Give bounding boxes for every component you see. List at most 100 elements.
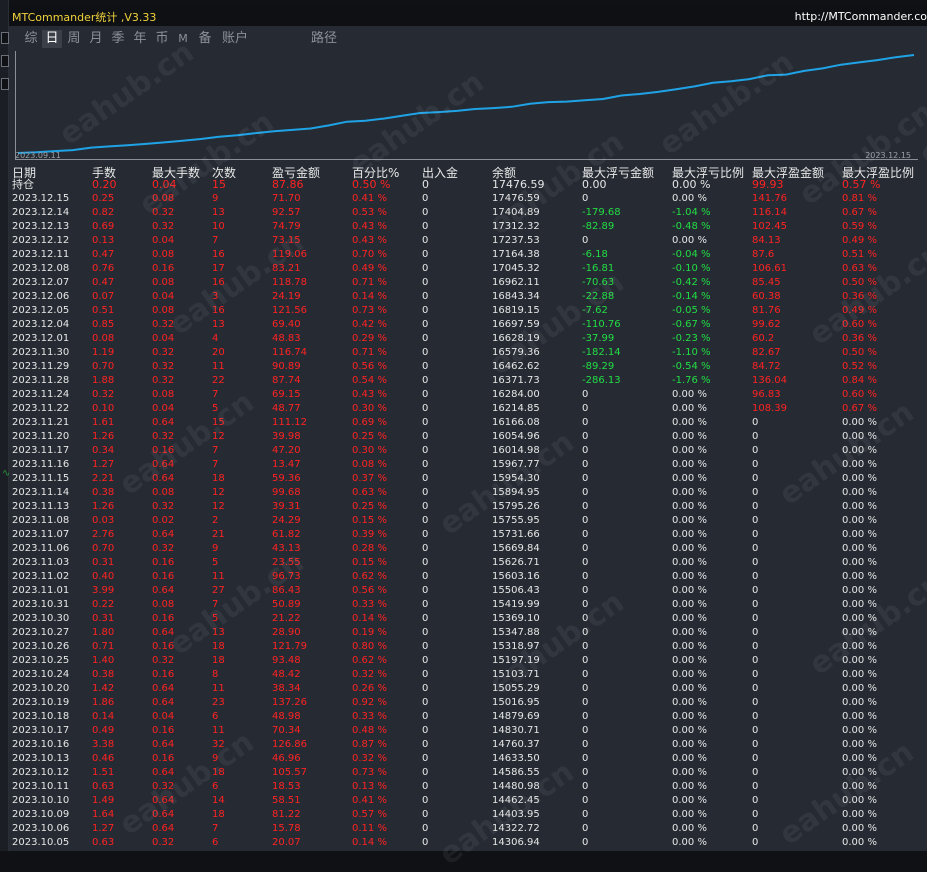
table-row[interactable]: 2023.12.15 0.25 0.08 9 71.70 0.41 % 0 17476.59 0… bbox=[9, 192, 927, 206]
table-row[interactable]: 2023.11.28 1.88 0.32 22 87.74 0.54 % 0 16371.73… bbox=[9, 374, 927, 388]
table-row[interactable]: 持仓 0.20 0.04 15 87.86 0.50 % 0 17476.59 0.00 0.00… bbox=[9, 178, 927, 192]
tab-currency[interactable]: 币 bbox=[152, 30, 172, 48]
table-cell: 0.60 % bbox=[842, 319, 877, 330]
table-row[interactable]: 2023.10.17 0.49 0.16 11 70.34 0.48 % 0 14830.71… bbox=[9, 724, 927, 738]
table-cell: 0.70 bbox=[92, 543, 115, 554]
toolbar-toggle-icon[interactable] bbox=[1, 55, 9, 67]
table-row[interactable]: 2023.10.11 0.63 0.32 6 18.53 0.13 % 0 14480.98 0… bbox=[9, 780, 927, 794]
table-cell: 48.98 bbox=[272, 711, 301, 722]
table-row[interactable]: 2023.11.15 2.21 0.64 18 59.36 0.37 % 0 15954.30… bbox=[9, 472, 927, 486]
table-cell: 0 bbox=[752, 515, 759, 526]
table-row[interactable]: 2023.10.18 0.14 0.04 6 48.98 0.33 % 0 14879.69 0… bbox=[9, 710, 927, 724]
table-row[interactable]: 2023.11.01 3.99 0.64 27 86.43 0.56 % 0 15506.43… bbox=[9, 584, 927, 598]
table-row[interactable]: 2023.11.14 0.38 0.08 12 99.68 0.63 % 0 15894.95… bbox=[9, 486, 927, 500]
table-cell: 0.30 % bbox=[352, 445, 387, 456]
tab-account[interactable]: 账户 bbox=[219, 30, 251, 48]
table-cell: 0.41 % bbox=[352, 795, 387, 806]
tab-backup[interactable]: 备 bbox=[195, 30, 215, 48]
table-row[interactable]: 2023.11.03 0.31 0.16 5 23.55 0.15 % 0 15626.71 0… bbox=[9, 556, 927, 570]
table-cell: 0.00 % bbox=[842, 515, 877, 526]
table-cell: 0.15 % bbox=[352, 515, 387, 526]
toolbar-toggle-icon[interactable] bbox=[1, 32, 9, 44]
table-cell: 0 bbox=[422, 627, 429, 638]
table-cell: 0.04 bbox=[152, 333, 175, 344]
table-row[interactable]: 2023.11.20 1.26 0.32 12 39.98 0.25 % 0 16054.96… bbox=[9, 430, 927, 444]
table-row[interactable]: 2023.10.26 0.71 0.16 18 121.79 0.80 % 0 15318.9… bbox=[9, 640, 927, 654]
table-row[interactable]: 2023.12.01 0.08 0.04 4 48.83 0.29 % 0 16628.19 -… bbox=[9, 332, 927, 346]
table-cell: 1.80 bbox=[92, 627, 115, 638]
tab-path[interactable]: 路径 bbox=[309, 30, 339, 48]
table-cell: 0.00 % bbox=[842, 529, 877, 540]
table-row[interactable]: 2023.12.12 0.13 0.04 7 73.15 0.43 % 0 17237.53 0… bbox=[9, 234, 927, 248]
table-row[interactable]: 2023.11.29 0.70 0.32 11 90.89 0.56 % 0 16462.62… bbox=[9, 360, 927, 374]
tab-week[interactable]: 周 bbox=[64, 30, 84, 48]
tab-month[interactable]: 月 bbox=[86, 30, 106, 48]
table-row[interactable]: 2023.10.31 0.22 0.08 7 50.89 0.33 % 0 15419.99 0… bbox=[9, 598, 927, 612]
tab-year[interactable]: 年 bbox=[130, 30, 150, 48]
table-row[interactable]: 2023.11.30 1.19 0.32 20 116.74 0.71 % 0 16579.3… bbox=[9, 346, 927, 360]
table-row[interactable]: 2023.12.08 0.76 0.16 17 83.21 0.49 % 0 17045.32… bbox=[9, 262, 927, 276]
table-cell: 137.26 bbox=[272, 697, 307, 708]
table-row[interactable]: 2023.11.06 0.70 0.32 9 43.13 0.28 % 0 15669.84 0… bbox=[9, 542, 927, 556]
table-cell: 0 bbox=[582, 235, 589, 246]
table-cell: 2023.11.13 bbox=[12, 501, 70, 512]
table-row[interactable]: 2023.11.07 2.76 0.64 21 61.82 0.39 % 0 15731.66… bbox=[9, 528, 927, 542]
table-row[interactable]: 2023.10.16 3.38 0.64 32 126.86 0.87 % 0 14760.3… bbox=[9, 738, 927, 752]
tab-day[interactable]: 日 bbox=[42, 30, 62, 48]
table-cell: 0.00 % bbox=[672, 487, 707, 498]
table-cell: 48.42 bbox=[272, 669, 301, 680]
table-row[interactable]: 2023.10.19 1.86 0.64 23 137.26 0.92 % 0 15016.9… bbox=[9, 696, 927, 710]
table-row[interactable]: 2023.10.10 1.49 0.64 14 58.51 0.41 % 0 14462.45… bbox=[9, 794, 927, 808]
table-cell: 0 bbox=[582, 739, 589, 750]
table-cell: 16014.98 bbox=[492, 445, 540, 456]
table-cell: 0.41 % bbox=[352, 193, 387, 204]
table-row[interactable]: 2023.10.20 1.42 0.64 11 38.34 0.26 % 0 15055.29… bbox=[9, 682, 927, 696]
table-cell: 0.00 % bbox=[842, 795, 877, 806]
table-row[interactable]: 2023.12.13 0.69 0.32 10 74.79 0.43 % 0 17312.32… bbox=[9, 220, 927, 234]
table-row[interactable]: 2023.11.17 0.34 0.16 7 47.20 0.30 % 0 16014.98 0… bbox=[9, 444, 927, 458]
table-cell: 0.73 % bbox=[352, 305, 387, 316]
table-row[interactable]: 2023.11.08 0.03 0.02 2 24.29 0.15 % 0 15755.95 0… bbox=[9, 514, 927, 528]
tab-m[interactable]: M bbox=[174, 30, 192, 48]
table-row[interactable]: 2023.10.13 0.46 0.16 9 46.96 0.32 % 0 14633.50 0… bbox=[9, 752, 927, 766]
table-row[interactable]: 2023.10.06 1.27 0.64 7 15.78 0.11 % 0 14322.72 0… bbox=[9, 822, 927, 836]
table-row[interactable]: 2023.10.09 1.64 0.64 18 81.22 0.57 % 0 14403.95… bbox=[9, 808, 927, 822]
table-row[interactable]: 2023.12.06 0.07 0.04 3 24.19 0.14 % 0 16843.34 -… bbox=[9, 290, 927, 304]
table-row[interactable]: 2023.11.22 0.10 0.04 5 48.77 0.30 % 0 16214.85 0… bbox=[9, 402, 927, 416]
table-row[interactable]: 2023.10.30 0.31 0.16 5 21.22 0.14 % 0 15369.10 0… bbox=[9, 612, 927, 626]
table-cell: 0 bbox=[582, 837, 589, 848]
table-cell: 2.21 bbox=[92, 473, 115, 484]
table-row[interactable]: 2023.12.14 0.82 0.32 13 92.57 0.53 % 0 17404.89… bbox=[9, 206, 927, 220]
table-row[interactable]: 2023.12.05 0.51 0.08 16 121.56 0.73 % 0 16819.1… bbox=[9, 304, 927, 318]
table-row[interactable]: 2023.11.24 0.32 0.08 7 69.15 0.43 % 0 16284.00 0… bbox=[9, 388, 927, 402]
table-row[interactable]: 2023.11.02 0.40 0.16 11 96.73 0.62 % 0 15603.16… bbox=[9, 570, 927, 584]
table-cell: 0.32 bbox=[152, 781, 175, 792]
table-row[interactable]: 2023.10.05 0.63 0.32 6 20.07 0.14 % 0 14306.94 0… bbox=[9, 836, 927, 850]
table-row[interactable]: 2023.10.24 0.38 0.16 8 48.42 0.32 % 0 15103.71 0… bbox=[9, 668, 927, 682]
table-cell: 15016.95 bbox=[492, 697, 540, 708]
website-link[interactable]: http://MTCommander.co bbox=[795, 10, 927, 23]
table-cell: 17476.59 bbox=[492, 178, 545, 191]
table-row[interactable]: 2023.10.27 1.80 0.64 13 28.90 0.19 % 0 15347.88… bbox=[9, 626, 927, 640]
table-cell: 0 bbox=[582, 431, 589, 442]
table-cell: 2023.11.14 bbox=[12, 487, 70, 498]
tab-summary[interactable]: 综 bbox=[21, 30, 41, 48]
table-row[interactable]: 2023.12.07 0.47 0.08 16 118.78 0.71 % 0 16962.1… bbox=[9, 276, 927, 290]
toolbar-toggle-icon[interactable] bbox=[1, 78, 9, 90]
table-row[interactable]: 2023.11.21 1.61 0.64 15 111.12 0.69 % 0 16166.0… bbox=[9, 416, 927, 430]
table-cell: 0 bbox=[422, 221, 429, 232]
table-row[interactable]: 2023.12.11 0.47 0.08 16 119.06 0.70 % 0 17164.3… bbox=[9, 248, 927, 262]
table-cell: 22 bbox=[212, 375, 225, 386]
table-cell: 74.79 bbox=[272, 221, 301, 232]
tab-quarter[interactable]: 季 bbox=[108, 30, 128, 48]
table-row[interactable]: 2023.11.13 1.26 0.32 12 39.31 0.25 % 0 15795.26… bbox=[9, 500, 927, 514]
table-row[interactable]: 2023.10.12 1.51 0.64 18 105.57 0.73 % 0 14586.5… bbox=[9, 766, 927, 780]
table-cell: 0.00 % bbox=[672, 543, 707, 554]
table-row[interactable]: 2023.10.25 1.40 0.32 18 93.48 0.62 % 0 15197.19… bbox=[9, 654, 927, 668]
table-row[interactable]: 2023.11.16 1.27 0.64 7 13.47 0.08 % 0 15967.77 0… bbox=[9, 458, 927, 472]
table-cell: 0.57 % bbox=[352, 809, 387, 820]
table-cell: 0 bbox=[752, 571, 759, 582]
table-cell: 0.64 bbox=[152, 767, 175, 778]
table-cell: 0.16 bbox=[152, 725, 175, 736]
table-row[interactable]: 2023.12.04 0.85 0.32 13 69.40 0.42 % 0 16697.59… bbox=[9, 318, 927, 332]
